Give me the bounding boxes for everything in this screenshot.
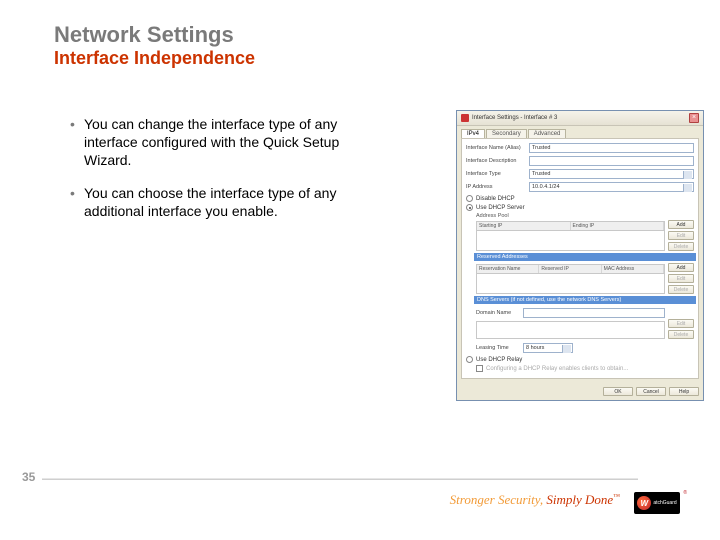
col-ending-ip: Ending IP (571, 222, 665, 230)
edit-button[interactable]: Edit (668, 319, 694, 328)
slide-title: Network Settings (54, 22, 234, 48)
dialog-panel: Interface Name (Alias) Trusted Interface… (461, 138, 699, 379)
reserved-addresses-header: Reserved Addresses (474, 253, 696, 261)
col-mac-address: MAC Address (602, 265, 664, 273)
ok-button[interactable]: OK (603, 387, 633, 396)
watchguard-logo: W atchGuard ® (634, 492, 680, 514)
domain-name-input[interactable] (523, 308, 665, 318)
trademark-icon: ™ (613, 493, 620, 501)
address-pool-label: Address Pool (476, 213, 694, 219)
tab-advanced[interactable]: Advanced (528, 129, 567, 138)
domain-name-label: Domain Name (476, 310, 520, 316)
dialog-titlebar: Interface Settings - Interface # 3 × (457, 111, 703, 126)
tab-ipv4[interactable]: IPv4 (461, 129, 485, 138)
reserved-addresses-table: Reservation Name Reserved IP MAC Address (476, 264, 665, 294)
tagline-b: Simply Done (546, 492, 613, 507)
col-reserved-ip: Reserved IP (539, 265, 601, 273)
slide-subtitle: Interface Independence (54, 48, 255, 69)
bullet-item: You can change the interface type of any… (70, 115, 360, 170)
dns-servers-header: DNS Servers (if not defined, use the net… (474, 296, 696, 304)
interface-name-input[interactable]: Trusted (529, 143, 694, 153)
edit-button[interactable]: Edit (668, 274, 694, 283)
registered-icon: ® (683, 490, 687, 496)
col-reservation-name: Reservation Name (477, 265, 539, 273)
footer-rule (42, 479, 638, 480)
bullet-list: You can change the interface type of any… (70, 115, 360, 234)
relay-hint: Configuring a DHCP Relay enables clients… (486, 366, 628, 372)
disable-dhcp-label: Disable DHCP (476, 196, 515, 202)
add-button[interactable]: Add (668, 220, 694, 229)
interface-desc-input[interactable] (529, 156, 694, 166)
bullet-item: You can choose the interface type of any… (70, 184, 360, 220)
dialog-footer: OK Cancel Help (457, 383, 703, 400)
logo-text: atchGuard (653, 500, 676, 506)
delete-button[interactable]: Delete (668, 242, 694, 251)
page-number: 35 (22, 470, 35, 484)
cancel-button[interactable]: Cancel (636, 387, 666, 396)
dns-servers-table (476, 321, 665, 339)
leasing-time-select[interactable]: 8 hours (523, 343, 573, 353)
delete-button[interactable]: Delete (668, 330, 694, 339)
ip-address-input[interactable]: 10.0.4.1/24 (529, 182, 694, 192)
checkbox-icon[interactable] (476, 365, 483, 372)
tagline: Stronger Security, Simply Done™ (450, 492, 620, 508)
address-pool-table: Starting IP Ending IP (476, 221, 665, 251)
tab-secondary[interactable]: Secondary (486, 129, 527, 138)
radio-icon (466, 356, 473, 363)
use-dhcp-label: Use DHCP Server (476, 205, 525, 211)
tagline-a: Stronger Security, (450, 492, 547, 507)
edit-button[interactable]: Edit (668, 231, 694, 240)
use-dhcp-row[interactable]: Use DHCP Server (466, 204, 694, 211)
col-starting-ip: Starting IP (477, 222, 571, 230)
interface-name-label: Interface Name (Alias) (466, 145, 526, 151)
radio-icon (466, 195, 473, 202)
interface-type-label: Interface Type (466, 171, 526, 177)
interface-desc-label: Interface Description (466, 158, 526, 164)
use-dhcp-relay-label: Use DHCP Relay (476, 357, 522, 363)
help-button[interactable]: Help (669, 387, 699, 396)
close-icon[interactable]: × (689, 113, 699, 123)
interface-type-select[interactable]: Trusted (529, 169, 694, 179)
interface-settings-dialog: Interface Settings - Interface # 3 × IPv… (456, 110, 704, 401)
delete-button[interactable]: Delete (668, 285, 694, 294)
radio-icon (466, 204, 473, 211)
add-button[interactable]: Add (668, 263, 694, 272)
dialog-title: Interface Settings - Interface # 3 (472, 115, 686, 121)
slide: Network Settings Interface Independence … (0, 0, 720, 540)
app-icon (461, 114, 469, 122)
ip-address-label: IP Address (466, 184, 526, 190)
tab-strip: IPv4 Secondary Advanced (457, 126, 703, 138)
leasing-time-label: Leasing Time (476, 345, 520, 351)
logo-mark-icon: W (637, 496, 651, 510)
use-dhcp-relay-row[interactable]: Use DHCP Relay (466, 356, 694, 363)
disable-dhcp-row[interactable]: Disable DHCP (466, 195, 694, 202)
